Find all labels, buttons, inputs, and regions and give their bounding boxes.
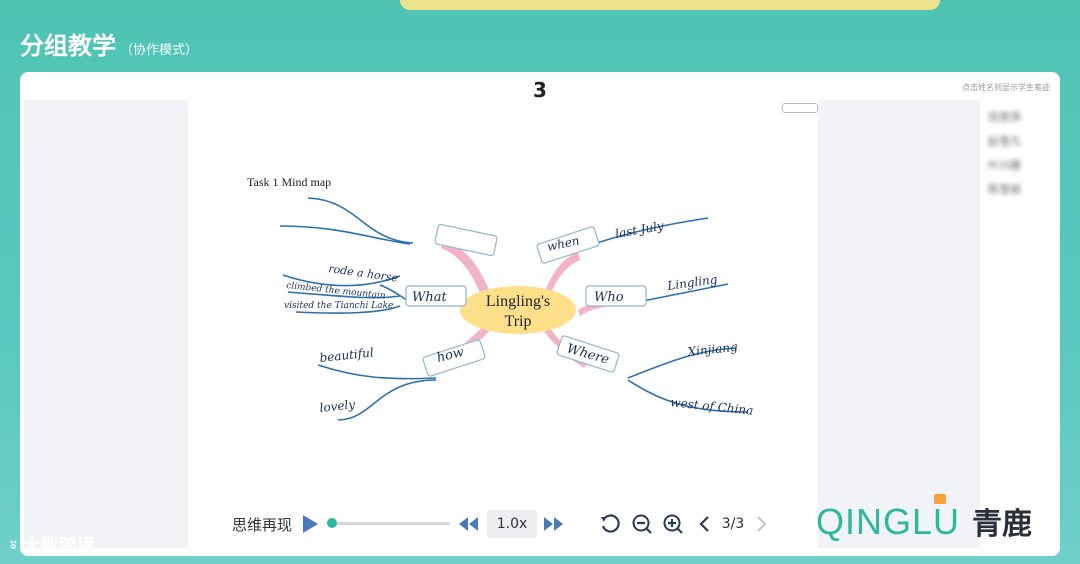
branch-label-who: Who bbox=[594, 290, 624, 305]
answer-who-1: Lingling bbox=[665, 272, 718, 293]
right-gutter bbox=[818, 100, 980, 548]
group-number: 3 bbox=[533, 78, 547, 102]
center-line-2: Trip bbox=[505, 313, 532, 330]
previous-page-button[interactable] bbox=[694, 512, 714, 536]
zoom-out-button[interactable] bbox=[630, 512, 654, 536]
hint-text: 点击姓名则显示学生笔迹 bbox=[962, 83, 1050, 92]
progress-slider-handle[interactable] bbox=[327, 518, 337, 528]
center-line-1: Lingling's bbox=[486, 293, 550, 310]
left-gutter bbox=[24, 100, 188, 548]
watermark-text: 大数跨境 bbox=[22, 536, 95, 557]
chevron-left-icon bbox=[699, 516, 709, 532]
slow-down-button[interactable] bbox=[457, 514, 479, 534]
next-page-button[interactable] bbox=[752, 512, 772, 536]
window-title: 分组教学 （协作模式） bbox=[20, 26, 198, 61]
student-name[interactable]: 赵雪凡 bbox=[988, 130, 1058, 154]
watermark: ⍤ 大数跨境 bbox=[8, 532, 95, 558]
student-name[interactable]: 范思萍 bbox=[988, 106, 1058, 130]
branch-box-top-left bbox=[434, 223, 498, 257]
rotate-left-icon bbox=[601, 514, 620, 533]
answer-where-1: Xinjiang bbox=[686, 340, 739, 359]
answer-where-2: west of China bbox=[670, 395, 754, 418]
speed-up-button[interactable] bbox=[543, 514, 565, 534]
student-list: 范思萍 赵雪凡 叶兴娜 陈雪丽 bbox=[988, 106, 1058, 202]
branch-label-what: What bbox=[412, 290, 447, 305]
play-button[interactable] bbox=[300, 513, 320, 535]
replay-label: 思维再现 bbox=[232, 516, 293, 534]
zoom-in-icon bbox=[663, 514, 683, 534]
zoom-in-button[interactable] bbox=[661, 512, 685, 536]
center-node: Lingling's Trip bbox=[460, 286, 576, 334]
progress-track[interactable] bbox=[330, 522, 450, 525]
reset-view-button[interactable] bbox=[598, 512, 622, 536]
brand-cn: 青鹿 bbox=[972, 507, 1032, 542]
answer-how-2: lovely bbox=[319, 397, 356, 415]
answer-what-3: visited the Tianchi Lake bbox=[284, 301, 393, 311]
answer-how-1: beautiful bbox=[319, 345, 375, 365]
rewind-icon bbox=[459, 517, 478, 531]
zoom-out-icon bbox=[632, 514, 652, 534]
student-name[interactable]: 陈雪丽 bbox=[988, 178, 1058, 202]
header-decoration bbox=[400, 0, 940, 10]
fast-forward-icon bbox=[544, 517, 563, 531]
task-title: Task 1 Mind map bbox=[247, 175, 331, 189]
qinglu-logo: QINGLU 青鹿 bbox=[816, 494, 1032, 542]
watermark-icon: ⍤ bbox=[8, 534, 19, 556]
student-name[interactable]: 叶兴娜 bbox=[988, 154, 1058, 178]
answer-when-1: last July bbox=[614, 219, 665, 241]
page-indicator: 3/3 bbox=[721, 516, 745, 532]
brand-latin: QINGLU bbox=[816, 501, 960, 542]
chevron-right-icon bbox=[757, 516, 767, 532]
play-icon bbox=[303, 515, 318, 533]
speed-selector[interactable]: 1.0x bbox=[487, 510, 537, 538]
window-mode-label: （协作模式） bbox=[120, 43, 199, 58]
mind-map-canvas: Task 1 Mind map Lingling's Trip What whe… bbox=[247, 175, 754, 421]
main-panel: 3 点击姓名则显示学生笔迹 范思萍 赵雪凡 叶兴娜 陈雪丽 Task 1 Min… bbox=[20, 72, 1060, 556]
window-title-text: 分组教学 bbox=[20, 32, 116, 60]
answer-what-1: rode a horse bbox=[328, 262, 400, 285]
